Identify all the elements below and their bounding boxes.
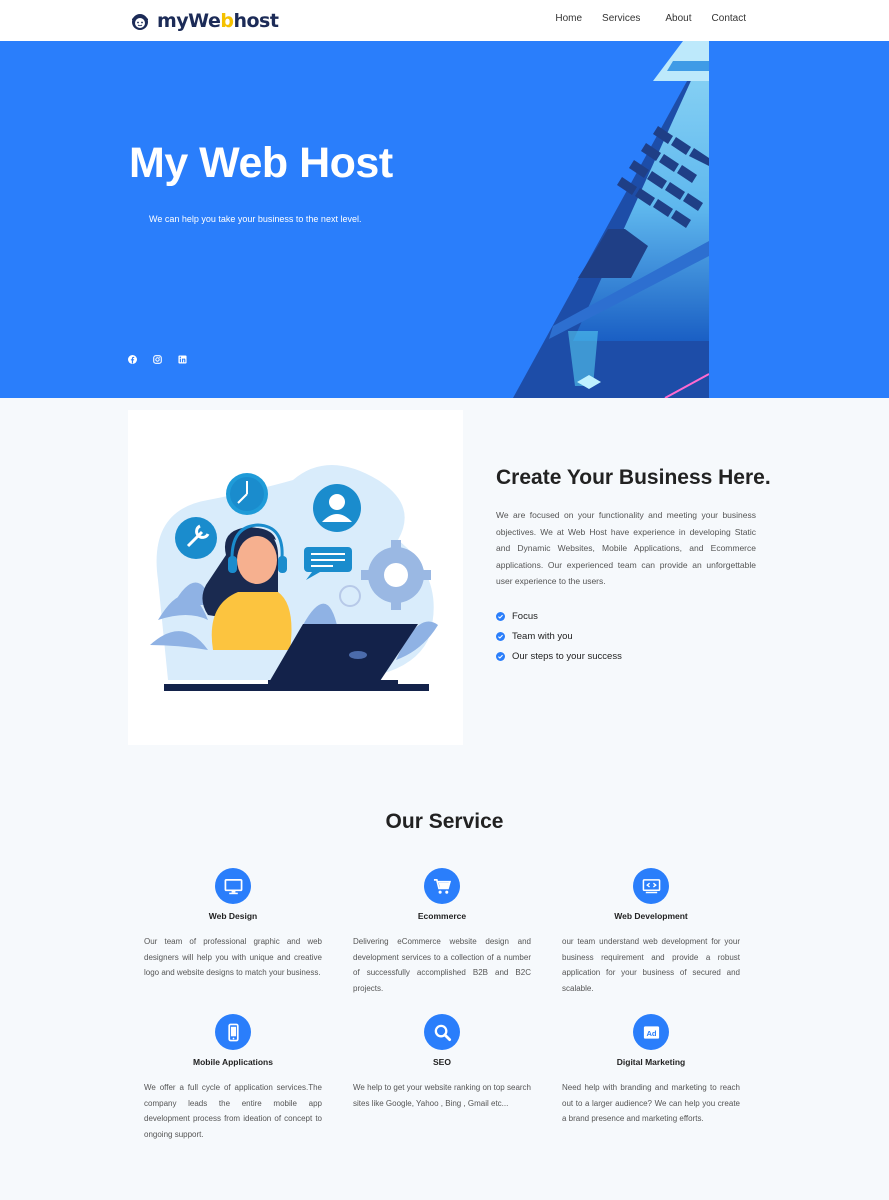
hero-laptop-image bbox=[513, 41, 709, 398]
check-circle-icon bbox=[496, 631, 505, 641]
nav-about[interactable]: About bbox=[665, 13, 691, 24]
service-desc: our team understand web development for … bbox=[562, 937, 740, 993]
nav-contact[interactable]: Contact bbox=[712, 13, 746, 24]
about-text: We are focused on your functionality and… bbox=[496, 510, 756, 586]
linkedin-icon[interactable] bbox=[178, 351, 187, 364]
service-name: Ecommerce bbox=[417, 911, 467, 921]
service-desc: Delivering eCommerce website design and … bbox=[353, 937, 531, 993]
services-title: Our Service bbox=[385, 810, 504, 833]
list-item-label: Our steps to your success bbox=[512, 650, 622, 662]
list-item-label: Focus bbox=[512, 610, 538, 622]
logo-text: myWebhost bbox=[157, 10, 279, 32]
service-name: Web Design bbox=[208, 911, 258, 921]
main-nav: Home Services About Contact bbox=[535, 13, 746, 24]
list-item: Our steps to your success bbox=[496, 646, 622, 666]
feature-checklist: Focus Team with you Our steps to your su… bbox=[496, 606, 622, 666]
instagram-icon[interactable] bbox=[153, 351, 162, 364]
social-links bbox=[128, 351, 187, 364]
service-name: Web Development bbox=[614, 911, 688, 921]
hero-section: My Web Host We can help you take your bu… bbox=[0, 41, 889, 398]
check-circle-icon bbox=[496, 611, 505, 621]
service-name: Digital Marketing bbox=[616, 1057, 686, 1067]
service-desc: We help to get your website ranking on t… bbox=[353, 1083, 531, 1108]
facebook-icon[interactable] bbox=[128, 351, 137, 364]
logo-icon bbox=[132, 14, 148, 30]
hero-title: My Web Host bbox=[129, 139, 393, 187]
ad-icon: Ad bbox=[633, 1014, 669, 1050]
service-desc: Our team of professional graphic and web… bbox=[144, 937, 322, 977]
nav-services[interactable]: Services bbox=[602, 13, 640, 24]
check-circle-icon bbox=[496, 651, 505, 661]
nav-home[interactable]: Home bbox=[555, 13, 582, 24]
about-title: Create Your Business Here. bbox=[496, 466, 771, 489]
service-desc: We offer a full cycle of application ser… bbox=[144, 1083, 322, 1139]
hero-subtitle: We can help you take your business to th… bbox=[149, 214, 362, 224]
cart-icon bbox=[424, 868, 460, 904]
search-icon bbox=[424, 1014, 460, 1050]
list-item-label: Team with you bbox=[512, 630, 573, 642]
list-item: Focus bbox=[496, 606, 622, 626]
support-illustration bbox=[128, 410, 463, 745]
svg-text:Ad: Ad bbox=[646, 1028, 656, 1037]
site-header: myWebhost Home Services About Contact bbox=[0, 0, 889, 41]
list-item: Team with you bbox=[496, 626, 622, 646]
service-name: Mobile Applications bbox=[193, 1057, 273, 1067]
service-desc: Need help with branding and marketing to… bbox=[562, 1083, 740, 1123]
code-icon bbox=[633, 868, 669, 904]
mobile-icon bbox=[215, 1014, 251, 1050]
monitor-icon bbox=[215, 868, 251, 904]
service-name: SEO bbox=[433, 1057, 451, 1067]
site-logo[interactable]: myWebhost bbox=[129, 8, 279, 34]
